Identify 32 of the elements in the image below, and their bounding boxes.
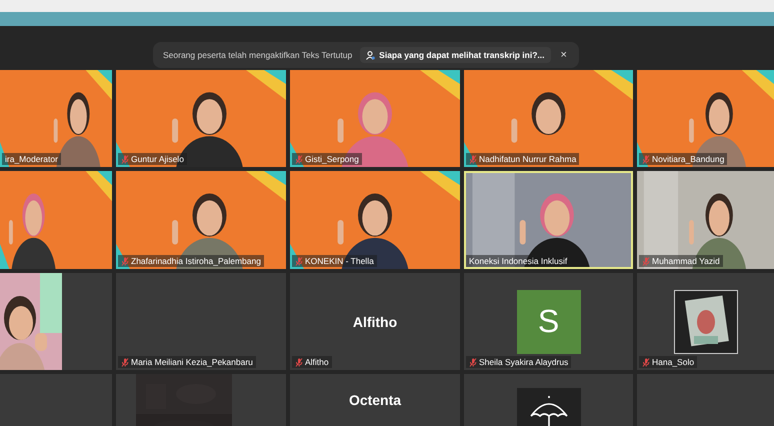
notification-message: Seorang peserta telah mengaktifkan Teks Tertutup bbox=[163, 50, 352, 60]
avatar-initial: S bbox=[516, 290, 580, 354]
muted-microphone-icon bbox=[121, 256, 129, 266]
muted-microphone-icon bbox=[469, 154, 477, 164]
muted-microphone-icon bbox=[121, 358, 129, 366]
participant-name: Koneksi Indonesia Inklusif bbox=[469, 256, 568, 266]
participant-name: Hana_Solo bbox=[652, 357, 694, 367]
umbrella-icon bbox=[516, 388, 580, 426]
muted-microphone-icon bbox=[295, 358, 303, 366]
muted-microphone-icon bbox=[642, 256, 650, 266]
muted-microphone-icon bbox=[469, 358, 477, 366]
participant-name: Octenta bbox=[348, 392, 402, 408]
participant-name: Nadhifatun Nurrur Rahma bbox=[479, 154, 576, 164]
person-icon bbox=[366, 50, 376, 60]
muted-microphone-icon bbox=[295, 256, 303, 266]
participant-name: Alfitho bbox=[305, 357, 329, 367]
participant-name: Novitiara_Bandung bbox=[652, 154, 724, 164]
participant-name: Alfitho bbox=[352, 314, 398, 330]
close-button[interactable]: × bbox=[558, 49, 569, 61]
participant-name: Sheila Syakira Alaydrus bbox=[479, 357, 568, 367]
participant-name: ira_Moderator bbox=[5, 154, 58, 164]
participant-name: KONEKIN - Thella bbox=[305, 256, 374, 266]
participant-name: Gisti_Serpong bbox=[305, 154, 359, 164]
muted-microphone-icon bbox=[642, 154, 650, 164]
transcript-access-button[interactable]: Siapa yang dapat melihat transkrip ini?... bbox=[360, 47, 550, 63]
participant-name: Maria Meiliani Kezia_Pekanbaru bbox=[131, 357, 253, 367]
participant-name: Guntur Ajiselo bbox=[131, 154, 184, 164]
participant-name: Muhammad Yazid bbox=[652, 256, 720, 266]
muted-microphone-icon bbox=[642, 358, 650, 366]
muted-microphone-icon bbox=[295, 154, 303, 164]
muted-microphone-icon bbox=[121, 154, 129, 164]
participant-name: Zhafarinadhia Istiroha_Palembang bbox=[131, 256, 261, 266]
